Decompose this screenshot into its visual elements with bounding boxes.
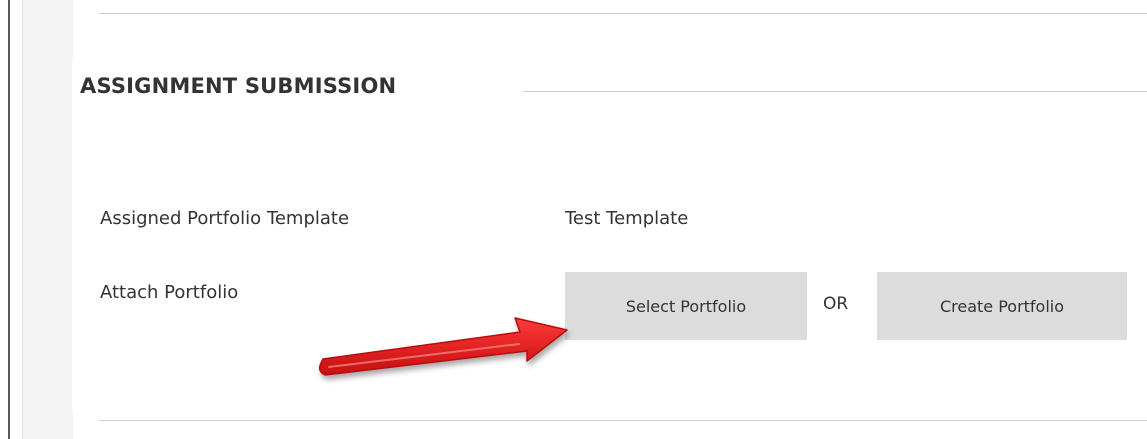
bottom-divider — [99, 420, 1147, 421]
page-frame: ASSIGNMENT SUBMISSION Assigned Portfolio… — [0, 0, 1147, 439]
create-portfolio-button[interactable]: Create Portfolio — [877, 272, 1127, 340]
top-divider — [99, 13, 1147, 14]
section-title: ASSIGNMENT SUBMISSION — [80, 74, 397, 98]
select-portfolio-button[interactable]: Select Portfolio — [565, 272, 807, 340]
left-gutter — [22, 0, 73, 439]
template-label: Assigned Portfolio Template — [100, 208, 350, 229]
template-value: Test Template — [565, 208, 689, 229]
section-title-rule — [523, 91, 1147, 92]
or-separator: OR — [823, 294, 849, 314]
red-arrow-icon — [318, 317, 568, 376]
window-border — [8, 0, 10, 439]
submission-panel — [72, 58, 1147, 413]
attach-portfolio-label: Attach Portfolio — [100, 282, 239, 303]
